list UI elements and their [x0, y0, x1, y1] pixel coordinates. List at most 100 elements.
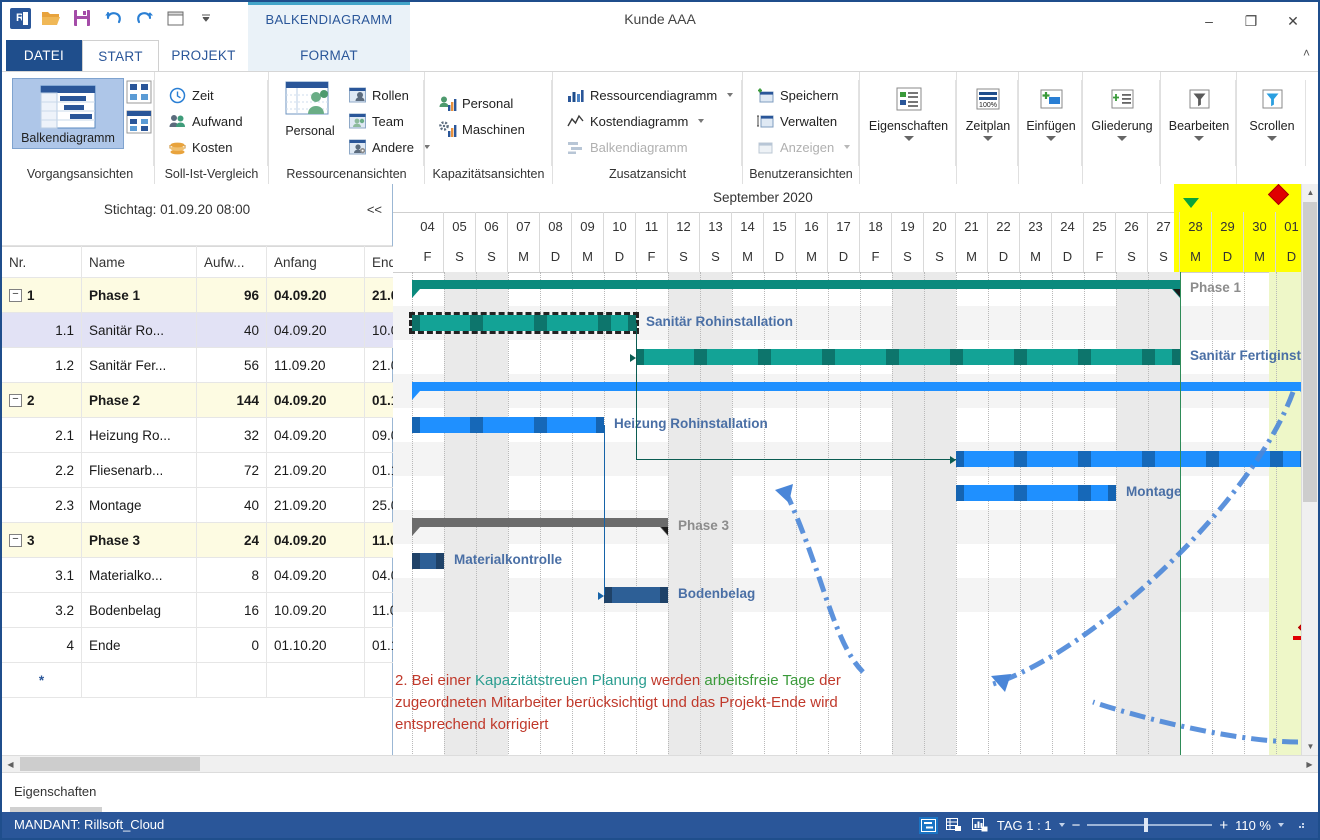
zoom-out-button[interactable]: − — [1072, 817, 1081, 834]
andere-button[interactable]: Andere — [349, 134, 430, 160]
gantt-day-header[interactable]: 19 — [892, 212, 924, 242]
scroll-up-button[interactable]: ▲ — [1302, 184, 1318, 201]
gantt-day-header[interactable]: 15 — [764, 212, 796, 242]
gantt-bar[interactable] — [412, 280, 1180, 298]
netzplan-icon[interactable] — [126, 80, 152, 107]
speichern-button[interactable]: Speichern — [757, 82, 850, 108]
gantt-body[interactable]: Phase 1 Sanitär Rohinstallation Sanitär Fe… — [393, 272, 1301, 772]
row-expander[interactable]: − — [9, 533, 22, 547]
gantt-bar[interactable] — [956, 451, 1301, 467]
column-header-name[interactable]: Name — [81, 246, 197, 278]
collapse-ribbon-button[interactable]: ˄ — [1303, 46, 1310, 60]
struktur-icon[interactable] — [126, 110, 152, 137]
gantt-bar[interactable] — [409, 312, 639, 334]
gantt-day-header[interactable]: 17 — [828, 212, 860, 242]
zeit-button[interactable]: Zeit — [169, 82, 243, 108]
personal-button[interactable]: Personal — [275, 80, 345, 138]
scroll-left-button[interactable]: ◀ — [2, 756, 19, 773]
column-header-aufwand[interactable]: Aufw... — [196, 246, 267, 278]
chevron-down-icon[interactable] — [903, 136, 914, 141]
gantt-day-header[interactable]: 30 — [1244, 212, 1276, 242]
zoom-slider-thumb[interactable] — [1144, 818, 1149, 832]
gantt-day-header[interactable]: 29 — [1212, 212, 1244, 242]
gantt-day-header[interactable]: 20 — [924, 212, 956, 242]
chevron-down-icon[interactable] — [1117, 136, 1127, 141]
zoom-slider[interactable] — [1087, 818, 1213, 832]
close-button[interactable]: ✕ — [1272, 6, 1314, 36]
chevron-down-icon[interactable] — [1267, 136, 1277, 141]
properties-tab[interactable]: Eigenschaften — [14, 784, 96, 799]
bearbeiten-button[interactable]: Bearbeiten — [1161, 86, 1237, 141]
column-header-nr[interactable]: Nr. — [2, 246, 82, 278]
zoom-in-button[interactable]: + — [1219, 817, 1228, 834]
einfuegen-button[interactable]: Einfügen — [1019, 86, 1083, 141]
gantt-day-header[interactable]: 09 — [572, 212, 604, 242]
horizontal-scroll-thumb[interactable] — [20, 757, 200, 771]
kapazitaet-personal-button[interactable]: Personal — [439, 90, 525, 116]
column-header-anfang[interactable]: Anfang — [266, 246, 365, 278]
vertical-scroll-thumb[interactable] — [1303, 202, 1317, 502]
gantt-day-header[interactable]: 12 — [668, 212, 700, 242]
gantt-bar[interactable] — [412, 382, 1301, 400]
gantt-day-header[interactable]: 16 — [796, 212, 828, 242]
tab-projekt[interactable]: PROJEKT — [159, 40, 248, 72]
minimize-button[interactable]: – — [1188, 6, 1230, 36]
rollen-button[interactable]: Rollen — [349, 82, 430, 108]
collapse-pane-button[interactable]: << — [367, 202, 382, 217]
eigenschaften-button[interactable]: Eigenschaften — [860, 86, 957, 141]
chevron-down-icon[interactable] — [1194, 136, 1204, 141]
gantt-vertical-scrollbar[interactable]: ▲ ▼ — [1301, 184, 1318, 755]
row-expander[interactable]: − — [9, 393, 22, 407]
chevron-down-icon[interactable] — [698, 119, 705, 123]
scale-chevron-down-icon[interactable] — [1058, 823, 1065, 827]
gantt-day-header[interactable]: 05 — [444, 212, 476, 242]
row-expander[interactable]: − — [9, 288, 22, 302]
scroll-right-button[interactable]: ▶ — [1301, 756, 1318, 773]
gantt-day-header[interactable]: 22 — [988, 212, 1020, 242]
gantt-bar[interactable] — [636, 349, 1180, 365]
gantt-day-header[interactable]: 10 — [604, 212, 636, 242]
ressourcendiagramm-button[interactable]: Ressourcendiagramm — [567, 82, 734, 108]
tab-start[interactable]: START — [82, 40, 159, 72]
gantt-day-header[interactable]: 06 — [476, 212, 508, 242]
kosten-button[interactable]: Kosten — [169, 134, 243, 160]
maximize-button[interactable]: ❐ — [1230, 6, 1272, 36]
tab-format[interactable]: FORMAT — [248, 40, 410, 72]
balkendiagramm-button[interactable]: Balkendiagramm — [12, 78, 124, 149]
scale-label[interactable]: TAG 1 : 1 — [997, 818, 1052, 833]
tab-datei[interactable]: DATEI — [6, 40, 82, 72]
gantt-day-header[interactable]: 08 — [540, 212, 572, 242]
scroll-down-button[interactable]: ▼ — [1302, 738, 1318, 755]
gantt-bar[interactable] — [604, 587, 668, 603]
view-table-icon[interactable] — [945, 817, 964, 834]
gantt-day-header[interactable]: 07 — [508, 212, 540, 242]
team-button[interactable]: Team — [349, 108, 430, 134]
gantt-day-header[interactable]: 14 — [732, 212, 764, 242]
gantt-bar[interactable] — [412, 417, 604, 433]
gantt-canvas[interactable]: September 2020 04 05 06 07 08 09 10 11 12 13 14 15 1… — [393, 184, 1301, 772]
gantt-day-header[interactable]: 24 — [1052, 212, 1084, 242]
gantt-day-header[interactable]: 28 — [1180, 212, 1212, 242]
gantt-bar[interactable] — [412, 553, 444, 569]
verwalten-button[interactable]: Verwalten — [757, 108, 850, 134]
gantt-day-header[interactable]: 25 — [1084, 212, 1116, 242]
gantt-day-header[interactable]: 21 — [956, 212, 988, 242]
gantt-day-header[interactable]: 26 — [1116, 212, 1148, 242]
resize-grip-icon[interactable] — [1291, 817, 1310, 834]
gantt-day-header[interactable]: 27 — [1148, 212, 1180, 242]
horizontal-scrollbar[interactable]: ◀ ▶ — [2, 755, 1318, 772]
gliederung-button[interactable]: Gliederung — [1083, 86, 1161, 141]
gantt-day-header[interactable]: 13 — [700, 212, 732, 242]
kapazitaet-maschinen-button[interactable]: Maschinen — [439, 116, 525, 142]
zeitplan-button[interactable]: 100% Zeitplan — [957, 86, 1019, 141]
zoom-chevron-down-icon[interactable] — [1278, 823, 1284, 827]
view-gantt-icon[interactable] — [918, 816, 938, 834]
aufwand-button[interactable]: Aufwand — [169, 108, 243, 134]
gantt-day-header[interactable]: 04 — [412, 212, 444, 242]
gantt-bar[interactable] — [956, 485, 1116, 501]
gantt-day-header[interactable]: 11 — [636, 212, 668, 242]
chevron-down-icon[interactable] — [1046, 136, 1056, 141]
gantt-bar[interactable] — [412, 518, 668, 536]
chevron-down-icon[interactable] — [727, 93, 734, 97]
scrollen-button[interactable]: Scrollen — [1237, 86, 1307, 141]
